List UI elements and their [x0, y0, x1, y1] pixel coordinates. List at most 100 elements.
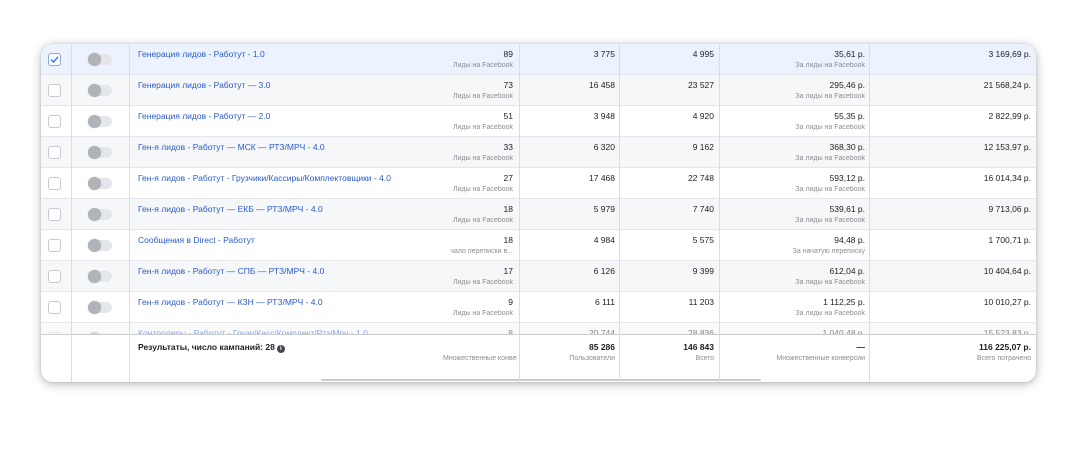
impressions-value: 4 995 — [692, 49, 714, 59]
campaign-toggle[interactable] — [88, 270, 112, 283]
row-checkbox[interactable] — [48, 239, 61, 252]
reach-value: 16 458 — [589, 80, 615, 90]
cost-per-result-type: За лиды на Facebook — [795, 62, 865, 69]
results-type: Лиды на Facebook — [452, 217, 513, 224]
campaigns-table: Генерация лидов - Работут - 1.0 89 Лиды на… — [41, 44, 1036, 382]
results-value: 51 — [503, 111, 513, 121]
summary-spent-sub: Всего потрачено — [977, 355, 1031, 362]
toggle-knob — [88, 177, 101, 190]
campaign-toggle[interactable] — [88, 239, 112, 252]
campaign-name-link[interactable]: Ген-я лидов - Работут — СПБ — РТЗ/МРЧ - … — [138, 266, 438, 276]
cost-per-result-value: 295,46 р. — [829, 80, 865, 90]
table-row[interactable]: Ген-я лидов - Работут — МСК — РТЗ/МРЧ - … — [41, 137, 1036, 168]
toggle-knob — [88, 53, 101, 66]
row-checkbox[interactable] — [48, 208, 61, 221]
reach-value: 6 126 — [593, 266, 615, 276]
reach-value: 6 320 — [593, 142, 615, 152]
cost-per-result-type: За лиды на Facebook — [795, 124, 865, 131]
cost-per-result-type: За лиды на Facebook — [795, 93, 865, 100]
row-checkbox[interactable] — [48, 146, 61, 159]
row-checkbox[interactable] — [48, 84, 61, 97]
cost-per-result-value: 593,12 р. — [829, 173, 865, 183]
results-type: Лиды на Facebook — [452, 62, 513, 69]
results-value: 27 — [503, 173, 513, 183]
table-row[interactable]: Ген-я лидов - Работут — СПБ — РТЗ/МРЧ - … — [41, 261, 1036, 292]
campaign-name-link[interactable]: Генерация лидов - Работут — 2.0 — [138, 111, 438, 121]
toggle-knob — [88, 270, 101, 283]
toggle-knob — [88, 301, 101, 314]
reach-value: 3 948 — [593, 111, 615, 121]
column-divider — [519, 44, 520, 382]
campaign-name-link[interactable]: Генерация лидов - Работут - 1.0 — [138, 49, 438, 59]
impressions-value: 4 920 — [692, 111, 714, 121]
table-body: Генерация лидов - Работут - 1.0 89 Лиды на… — [41, 44, 1036, 334]
cost-per-result-value: 1 112,25 р. — [823, 297, 865, 307]
cost-per-result-type: За лиды на Facebook — [795, 217, 865, 224]
table-row[interactable]: Ген-я лидов - Работут — КЗН — РТЗ/МРЧ - … — [41, 292, 1036, 323]
impressions-value: 23 527 — [688, 80, 714, 90]
cost-per-result-type: За лиды на Facebook — [795, 279, 865, 286]
horizontal-scrollbar[interactable] — [321, 379, 761, 381]
table-row[interactable]: Ген-я лидов - Работут - Грузчики/Кассиры… — [41, 168, 1036, 199]
amount-spent-value: 3 169,69 р. — [988, 49, 1031, 59]
row-checkbox[interactable] — [48, 53, 61, 66]
summary-cost-sub: Множественные конверсии — [776, 355, 865, 362]
row-checkbox[interactable] — [48, 270, 61, 283]
toggle-knob — [88, 146, 101, 159]
row-checkbox[interactable] — [48, 301, 61, 314]
campaign-name-link[interactable]: Генерация лидов - Работут — 3.0 — [138, 80, 438, 90]
campaign-toggle[interactable] — [88, 84, 112, 97]
info-icon[interactable]: i — [276, 345, 285, 353]
results-type: Лиды на Facebook — [452, 93, 513, 100]
toggle-knob — [88, 84, 101, 97]
cost-per-result-type: За лиды на Facebook — [795, 310, 865, 317]
results-value: 33 — [503, 142, 513, 152]
cost-per-result-value: 55,35 р. — [834, 111, 865, 121]
table-row[interactable]: Генерация лидов - Работут - 1.0 89 Лиды на… — [41, 44, 1036, 75]
results-value: 9 — [508, 297, 513, 307]
reach-value: 6 111 — [594, 297, 615, 307]
campaign-toggle[interactable] — [88, 115, 112, 128]
summary-label: Результаты, число кампаний: 28 i — [138, 342, 285, 353]
row-checkbox[interactable] — [48, 115, 61, 128]
summary-cost: — — [856, 342, 866, 352]
table-row[interactable]: Генерация лидов - Работут — 3.0 73 Лиды на… — [41, 75, 1036, 106]
cost-per-result-type: За лиды на Facebook — [795, 186, 865, 193]
summary-reach-sub: Пользователи — [569, 355, 615, 362]
impressions-value: 7 740 — [692, 204, 714, 214]
campaign-toggle[interactable] — [88, 177, 112, 190]
campaign-name-link[interactable]: Ген-я лидов - Работут — КЗН — РТЗ/МРЧ - … — [138, 297, 438, 307]
table-row[interactable]: Генерация лидов - Работут — 2.0 51 Лиды на… — [41, 106, 1036, 137]
results-type: чало переписки в... — [450, 248, 513, 255]
amount-spent-value: 1 700,71 р. — [988, 235, 1031, 245]
campaign-name-link[interactable]: Ген-я лидов - Работут - Грузчики/Кассиры… — [138, 173, 438, 183]
campaign-name-link[interactable]: Ген-я лидов - Работут — ЕКБ — РТЗ/МРЧ - … — [138, 204, 438, 214]
campaign-toggle[interactable] — [88, 53, 112, 66]
results-type: Лиды на Facebook — [452, 155, 513, 162]
campaign-name-link[interactable]: Сообщения в Direct - Работут — [138, 235, 438, 245]
table-row[interactable]: Контролеры - Работут - Грузч/Касс/Компле… — [41, 323, 1036, 334]
reach-value: 4 984 — [593, 235, 615, 245]
cost-per-result-value: 94,48 р. — [834, 235, 865, 245]
cost-per-result-value: 612,04 р. — [829, 266, 865, 276]
summary-reach: 85 286 — [589, 342, 615, 352]
campaign-toggle[interactable] — [88, 208, 112, 221]
amount-spent-value: 2 822,99 р. — [988, 111, 1031, 121]
results-value: 18 — [503, 204, 513, 214]
results-type: Лиды на Facebook — [452, 186, 513, 193]
table-row[interactable]: Ген-я лидов - Работут — ЕКБ — РТЗ/МРЧ - … — [41, 199, 1036, 230]
summary-impressions-sub: Всего — [695, 355, 714, 362]
cost-per-result-value: 539,61 р. — [829, 204, 865, 214]
table-footer: Результаты, число кампаний: 28 i Множеств… — [41, 334, 1036, 382]
amount-spent-value: 10 404,64 р. — [983, 266, 1031, 276]
campaign-toggle[interactable] — [88, 301, 112, 314]
campaign-name-link[interactable]: Ген-я лидов - Работут — МСК — РТЗ/МРЧ - … — [138, 142, 438, 152]
reach-value: 5 979 — [593, 204, 615, 214]
table-row[interactable]: Сообщения в Direct - Работут 18 чало переп… — [41, 230, 1036, 261]
impressions-value: 9 162 — [692, 142, 714, 152]
impressions-value: 5 575 — [692, 235, 714, 245]
row-checkbox[interactable] — [48, 177, 61, 190]
reach-value: 3 775 — [593, 49, 615, 59]
summary-impressions: 146 843 — [683, 342, 714, 352]
campaign-toggle[interactable] — [88, 146, 112, 159]
